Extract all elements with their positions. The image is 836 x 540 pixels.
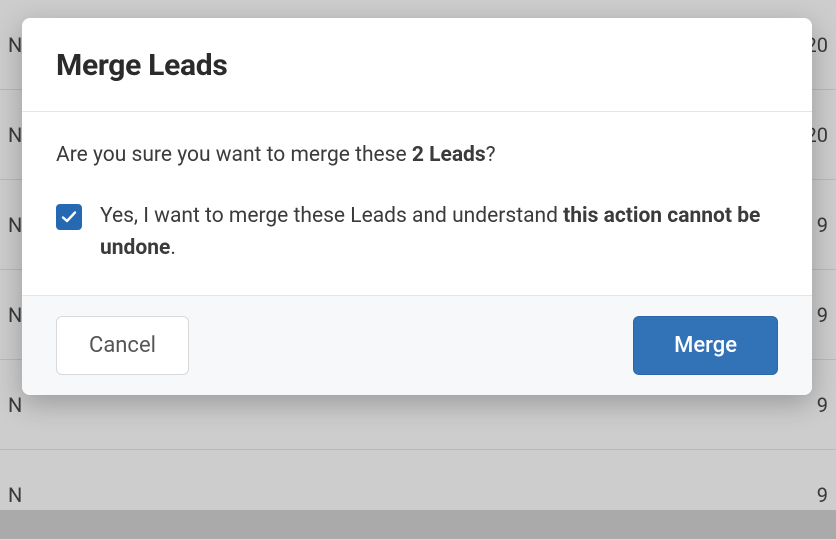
- confirm-checkbox-label: Yes, I want to merge these Leads and und…: [100, 200, 778, 265]
- check-label-prefix: Yes, I want to merge these Leads and und…: [100, 204, 563, 228]
- merge-button[interactable]: Merge: [633, 316, 778, 375]
- cancel-button[interactable]: Cancel: [56, 316, 189, 375]
- confirm-suffix: ?: [486, 143, 496, 167]
- check-icon: [61, 209, 77, 225]
- modal-header: Merge Leads: [22, 18, 812, 112]
- confirm-count: 2 Leads: [412, 143, 486, 167]
- check-label-suffix: .: [170, 236, 176, 260]
- confirm-checkbox-row: Yes, I want to merge these Leads and und…: [56, 200, 778, 265]
- merge-leads-modal: Merge Leads Are you sure you want to mer…: [22, 18, 812, 395]
- modal-footer: Cancel Merge: [22, 295, 812, 395]
- modal-title: Merge Leads: [56, 48, 778, 83]
- confirm-text: Are you sure you want to merge these 2 L…: [56, 140, 778, 172]
- modal-body: Are you sure you want to merge these 2 L…: [22, 112, 812, 295]
- confirm-prefix: Are you sure you want to merge these: [56, 143, 412, 167]
- confirm-checkbox[interactable]: [56, 204, 82, 230]
